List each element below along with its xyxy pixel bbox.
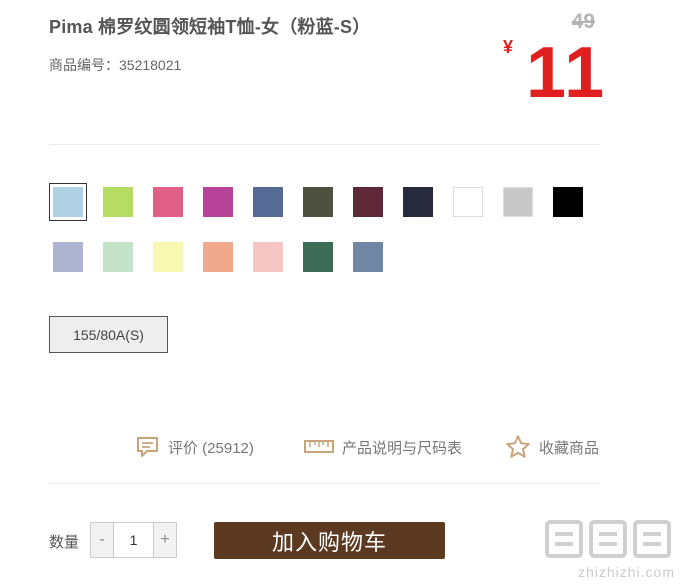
color-swatch-heather-gray[interactable] (503, 187, 533, 217)
quantity-label: 数量 (49, 534, 80, 551)
reviews-label: 评价 (25912) (168, 439, 254, 457)
color-swatch-black[interactable] (553, 187, 583, 217)
favorite-link[interactable]: 收藏商品 (505, 433, 599, 461)
size-guide-link[interactable]: 产品说明与尺码表 (304, 433, 462, 461)
divider-top (49, 144, 600, 145)
color-swatch-lime-green[interactable] (103, 187, 133, 217)
comment-icon (137, 437, 158, 457)
color-swatch-forest-green[interactable] (303, 242, 333, 272)
color-swatch-powder-blue[interactable] (49, 183, 87, 221)
divider-bottom (49, 483, 600, 484)
size-guide-label: 产品说明与尺码表 (342, 439, 463, 457)
reviews-link[interactable]: 评价 (25912) (136, 433, 254, 461)
product-title: Pima 棉罗纹圆领短袖T恤-女（粉蓝-S） (49, 17, 371, 37)
color-swatch-slate-blue[interactable] (253, 187, 283, 217)
color-swatch-navy[interactable] (403, 187, 433, 217)
color-swatch-magenta[interactable] (203, 187, 233, 217)
size-option-s[interactable]: 155/80A(S) (49, 316, 168, 353)
original-price: 49 (571, 10, 595, 33)
color-swatch-lavender-gray[interactable] (53, 242, 83, 272)
color-swatch-light-pink[interactable] (253, 242, 283, 272)
star-icon (506, 435, 530, 458)
ruler-icon (304, 440, 334, 453)
add-to-cart-button[interactable]: 加入购物车 (214, 522, 445, 559)
quantity-stepper: - 1 + (90, 522, 177, 558)
quantity-increase-button[interactable]: + (153, 523, 176, 557)
watermark-text: zhizhizhi.com (577, 564, 675, 580)
color-swatch-steel-blue[interactable] (353, 242, 383, 272)
color-swatch-white[interactable] (453, 187, 483, 217)
quantity-decrease-button[interactable]: - (91, 523, 114, 557)
watermark: zhizhizhi.com (541, 516, 675, 580)
watermark-logo-icon (541, 516, 675, 562)
quantity-input[interactable]: 1 (114, 523, 153, 557)
product-sku: 商品编号：35218021 (49, 57, 182, 73)
currency-symbol: ¥ (503, 37, 514, 57)
color-swatch-burgundy[interactable] (353, 187, 383, 217)
color-swatch-olive-dark[interactable] (303, 187, 333, 217)
color-swatch-salmon[interactable] (203, 242, 233, 272)
favorite-label: 收藏商品 (539, 439, 600, 457)
current-price: 11 (526, 33, 607, 113)
color-swatch-mint[interactable] (103, 242, 133, 272)
color-swatch-pink[interactable] (153, 187, 183, 217)
color-swatch-pale-yellow[interactable] (153, 242, 183, 272)
